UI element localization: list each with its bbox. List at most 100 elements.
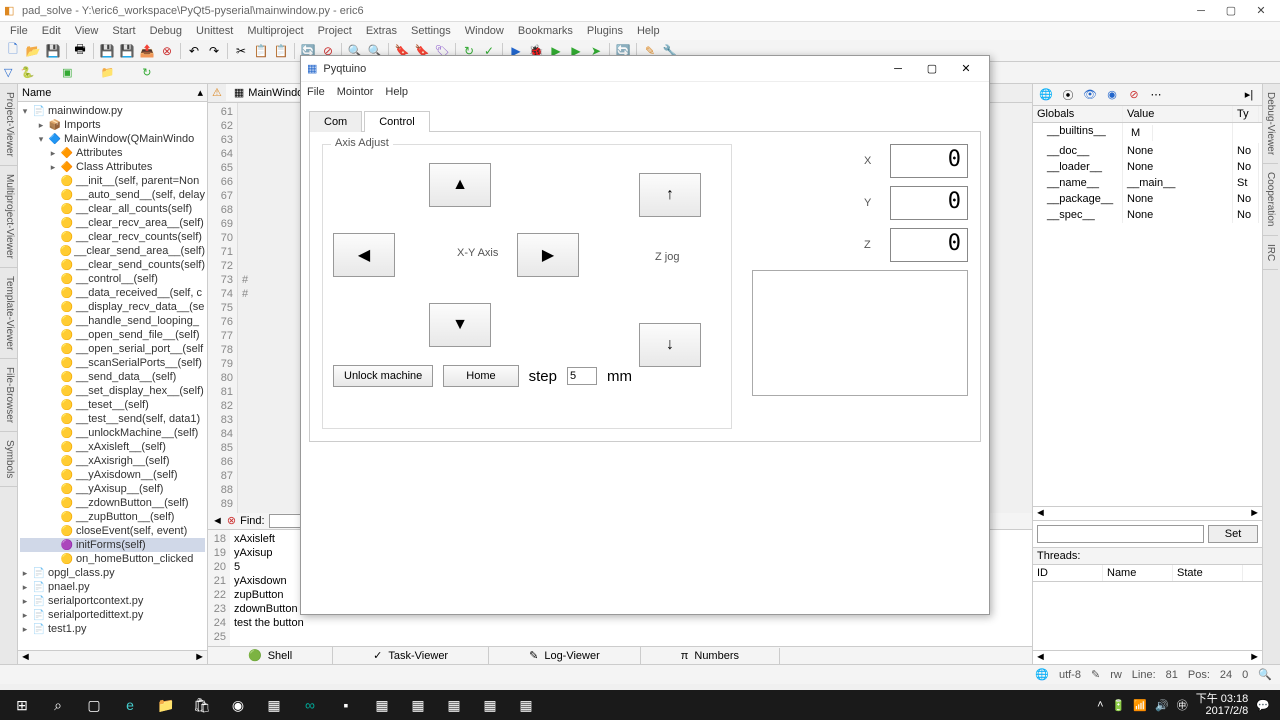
col-state[interactable]: State [1173, 565, 1243, 581]
app5-icon[interactable]: ▦ [472, 691, 508, 719]
tree-item[interactable]: ▸🔶Attributes [20, 146, 205, 160]
log-area[interactable] [752, 270, 968, 396]
vtab-multiproject-viewer[interactable]: Multiproject-Viewer [0, 166, 17, 268]
sync-icon[interactable]: ↻ [142, 66, 151, 79]
home-button[interactable]: Home [443, 365, 518, 387]
minimize-button[interactable]: ─ [1186, 1, 1216, 21]
y-down-button[interactable]: ▼ [429, 303, 491, 347]
col-type[interactable]: Ty [1233, 106, 1259, 122]
save-icon[interactable]: 💾 [44, 42, 62, 60]
set-input[interactable] [1037, 525, 1204, 543]
tree-expand-icon[interactable]: ▣ [62, 66, 72, 79]
tray-up-icon[interactable]: ˄ [1097, 699, 1103, 711]
x-right-button[interactable]: ▶ [517, 233, 579, 277]
th-scroll-right-icon[interactable]: ► [1249, 651, 1260, 664]
tree-item[interactable]: 🟡__clear_recv_area__(self) [20, 216, 205, 230]
vtab-irc[interactable]: IRC [1263, 236, 1278, 270]
close-button[interactable]: ✕ [1246, 1, 1276, 21]
col-value[interactable]: Value [1123, 106, 1233, 122]
tree-body[interactable]: ▾📄mainwindow.py▸📦Imports▾🔷MainWindow(QMa… [18, 102, 207, 650]
tree-item[interactable]: 🟡__set_display_hex__(self) [20, 384, 205, 398]
print-icon[interactable]: 🖶 [71, 42, 89, 60]
tree-item[interactable]: 🟡__clear_all_counts(self) [20, 202, 205, 216]
cut-icon[interactable]: ✂ [232, 42, 250, 60]
paste-icon[interactable]: 📋 [272, 42, 290, 60]
globals-icon[interactable]: 🌐 [1037, 86, 1055, 104]
copy-icon[interactable]: 📋 [252, 42, 270, 60]
menu-debug[interactable]: Debug [144, 25, 188, 37]
save-all-icon[interactable]: 💾 [98, 42, 116, 60]
folder-icon[interactable]: 📁 [101, 66, 115, 79]
store-icon[interactable]: 🛍 [184, 691, 220, 719]
tree-item[interactable]: 🟣initForms(self) [20, 538, 205, 552]
tree-item[interactable]: 🟡__yAxisdown__(self) [20, 468, 205, 482]
menu-extras[interactable]: Extras [360, 25, 403, 37]
btab-log-viewer[interactable]: ✎Log-Viewer [489, 647, 641, 664]
tree-item[interactable]: 🟡__auto_send__(self, delay [20, 188, 205, 202]
scroll-right-icon[interactable]: ► [194, 651, 205, 664]
tree-item[interactable]: 🟡__open_send_file__(self) [20, 328, 205, 342]
menu-help[interactable]: Help [631, 25, 666, 37]
tray-vol-icon[interactable]: 🔊 [1155, 699, 1169, 712]
filter-icon[interactable]: ▽ [4, 66, 12, 79]
y-up-button[interactable]: ▲ [429, 163, 491, 207]
menu-window[interactable]: Window [459, 25, 510, 37]
var-row[interactable]: __name____main__St [1033, 175, 1262, 191]
arduino-icon[interactable]: ∞ [292, 691, 328, 719]
export-icon[interactable]: 📤 [138, 42, 156, 60]
tree-item[interactable]: 🟡__zupButton__(self) [20, 510, 205, 524]
col-globals[interactable]: Globals [1033, 106, 1123, 122]
step-input[interactable] [567, 367, 597, 385]
tree-item[interactable]: 🟡__zdownButton__(self) [20, 496, 205, 510]
taskview-button[interactable]: ▢ [76, 691, 112, 719]
menu-bookmarks[interactable]: Bookmarks [512, 25, 579, 37]
sub-menu-help[interactable]: Help [385, 86, 408, 98]
menu-project[interactable]: Project [312, 25, 358, 37]
tree-item[interactable]: 🟡__xAxisrigh__(self) [20, 454, 205, 468]
more-icon[interactable]: ⋯ [1147, 86, 1165, 104]
tree-item[interactable]: 🟡closeEvent(self, event) [20, 524, 205, 538]
tree-item[interactable]: ▾📄mainwindow.py [20, 104, 205, 118]
tree-item[interactable]: ▸🔶Class Attributes [20, 160, 205, 174]
th-scroll-left-icon[interactable]: ◄ [1035, 651, 1046, 664]
menu-edit[interactable]: Edit [36, 25, 67, 37]
var-row[interactable]: __builtins__M [1033, 123, 1262, 143]
var-row[interactable]: __loader__NoneNo [1033, 159, 1262, 175]
exception-icon[interactable]: ⊘ [1125, 86, 1143, 104]
menu-settings[interactable]: Settings [405, 25, 457, 37]
new-icon[interactable]: 🗋 [4, 42, 22, 60]
tree-item[interactable]: ▸📦Imports [20, 118, 205, 132]
tree-item[interactable]: 🟡__test__send(self, data1) [20, 412, 205, 426]
hscroll-right-icon[interactable]: ► [1249, 507, 1260, 520]
tree-item[interactable]: 🟡__xAxisleft__(self) [20, 440, 205, 454]
vtab-debug-viewer[interactable]: Debug-Viewer [1263, 84, 1278, 164]
watch-icon[interactable]: 👁 [1081, 86, 1099, 104]
nav-back-icon[interactable]: ◄ [212, 515, 223, 527]
vtab-project-viewer[interactable]: Project-Viewer [0, 84, 17, 166]
vtab-template-viewer[interactable]: Template-Viewer [0, 268, 17, 359]
set-button[interactable]: Set [1208, 525, 1258, 543]
app1-icon[interactable]: ▦ [256, 691, 292, 719]
python-icon[interactable]: 🐍 [20, 66, 34, 79]
chrome-icon[interactable]: ◉ [220, 691, 256, 719]
tree-item[interactable]: 🟡__control__(self) [20, 272, 205, 286]
sub-menu-mointor[interactable]: Mointor [337, 86, 374, 98]
app4-icon[interactable]: ▦ [436, 691, 472, 719]
menu-plugins[interactable]: Plugins [581, 25, 629, 37]
vtab-symbols[interactable]: Symbols [0, 432, 17, 487]
sub-close-button[interactable]: ✕ [949, 57, 983, 81]
terminal-icon[interactable]: ▪ [328, 691, 364, 719]
tree-item[interactable]: 🟡__yAxisup__(self) [20, 482, 205, 496]
tree-item[interactable]: ▸📄serialportedittext.py [20, 608, 205, 622]
redo-icon[interactable]: ↷ [205, 42, 223, 60]
hscroll-left-icon[interactable]: ◄ [1035, 507, 1046, 520]
globals-table[interactable]: Globals Value Ty __builtins__M__doc__Non… [1033, 106, 1262, 506]
tab-com[interactable]: Com [309, 111, 362, 132]
vtab-file-browser[interactable]: File-Browser [0, 359, 17, 432]
z-up-button[interactable]: ↑ [639, 173, 701, 217]
col-name[interactable]: Name [1103, 565, 1173, 581]
tree-item[interactable]: 🟡on_homeButton_clicked [20, 552, 205, 566]
tree-item[interactable]: 🟡__send_data__(self) [20, 370, 205, 384]
notifications-icon[interactable]: 💬 [1256, 699, 1270, 712]
var-row[interactable]: __spec__NoneNo [1033, 207, 1262, 223]
